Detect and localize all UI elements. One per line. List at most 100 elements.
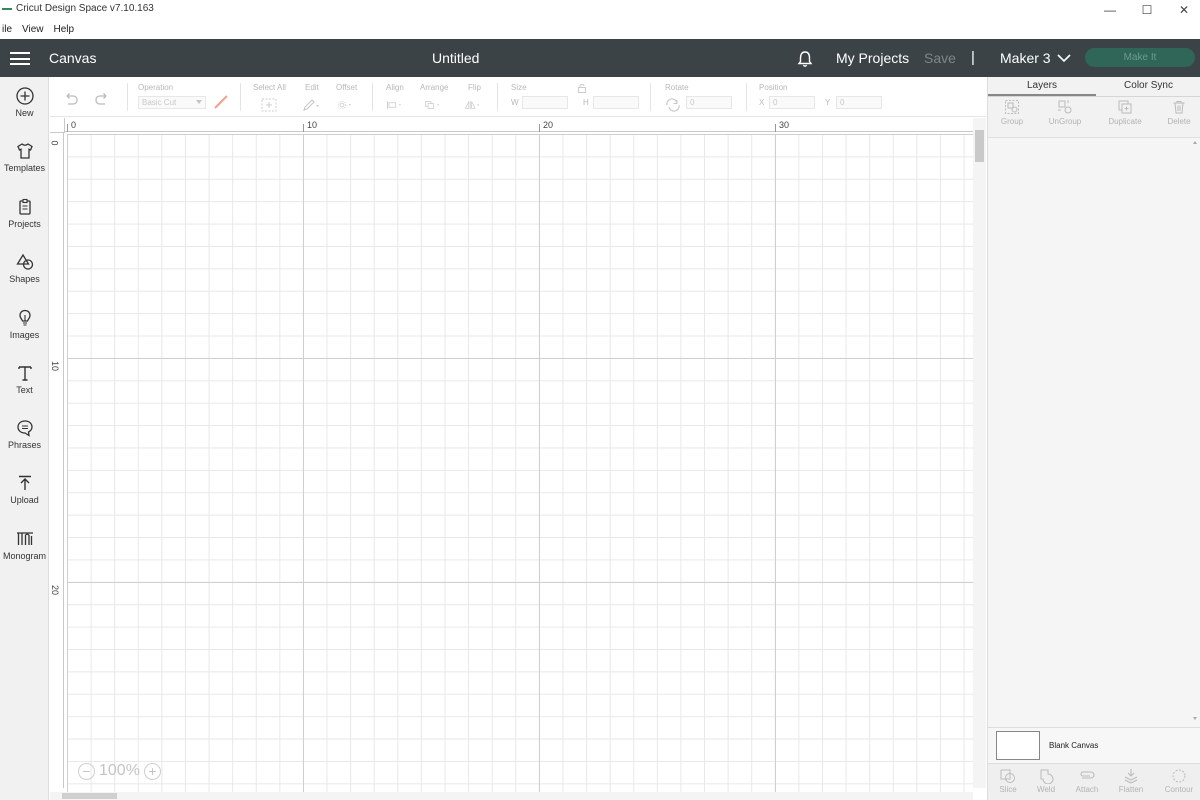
position-y-label: Y [825,98,831,107]
my-projects-button[interactable]: My Projects [836,50,909,66]
sidebar-item-new[interactable]: New [0,86,49,136]
bell-icon[interactable] [795,49,815,69]
close-button[interactable]: ✕ [1164,0,1200,20]
sidebar-item-images[interactable]: Images [0,308,49,358]
window-title: Cricut Design Space v7.10.163 [16,3,154,14]
sidebar-item-phrases[interactable]: Phrases [0,418,49,468]
arrange-icon[interactable] [424,98,442,112]
rotate-icon[interactable] [664,98,682,112]
ruler-corner [50,118,65,133]
trash-icon [1173,101,1185,114]
top-ruler: 0 10 20 30 [50,118,973,132]
group-icon [1005,100,1019,114]
sidebar-item-text[interactable]: Text [0,363,49,413]
flatten-button[interactable]: Flatten [1111,768,1151,794]
menu-view[interactable]: View [22,21,44,39]
toolbar-divider [127,83,128,111]
align-icon[interactable] [386,98,404,112]
design-canvas[interactable]: 0 10 20 30 0 10 20 − 100% + [50,118,986,800]
upload-icon [18,475,31,490]
caret-down-icon [196,100,202,104]
left-ruler: 0 10 20 [50,118,64,788]
zoom-out-button[interactable]: − [78,762,95,780]
tshirt-icon [16,143,33,159]
toolbar-divider [746,83,747,111]
layers-scrollbar[interactable] [1190,137,1200,727]
weld-icon [1040,769,1054,784]
menu-bar: ile View Help [0,21,1200,39]
ruler-label: 20 [543,120,554,130]
undo-icon[interactable] [63,92,79,106]
size-label: Size [511,83,527,92]
monogram-icon [16,532,33,545]
zoom-level: 100% [99,762,140,779]
delete-button[interactable]: Delete [1156,99,1200,126]
chevron-down-icon[interactable] [1057,53,1071,63]
position-y-input[interactable]: 0 [836,96,882,109]
shapes-icon [15,253,33,270]
rotate-input[interactable]: 0 [686,96,732,109]
vertical-scrollbar[interactable] [973,118,986,788]
attach-button[interactable]: Attach [1067,768,1107,794]
scrollbar-thumb[interactable] [62,793,117,799]
ungroup-icon [1058,100,1072,114]
contour-button[interactable]: Contour [1159,768,1199,794]
tab-layers[interactable]: Layers [988,77,1096,96]
sidebar-item-templates[interactable]: Templates [0,141,49,191]
scrollbar-thumb[interactable] [975,130,984,162]
blank-canvas-layer[interactable]: Blank Canvas [988,727,1200,763]
edit-label: Edit [305,83,319,92]
maximize-button[interactable]: ☐ [1127,0,1167,20]
project-name[interactable]: Untitled [432,50,479,66]
width-input[interactable] [522,96,568,109]
size-w-label: W [511,98,519,107]
section-title: Canvas [49,50,97,66]
duplicate-icon [1118,100,1132,114]
layers-list[interactable] [988,137,1200,727]
toolbar-divider [497,83,498,111]
arrange-label: Arrange [420,83,449,92]
position-x-input[interactable]: 0 [769,96,815,109]
menu-file[interactable]: ile [2,21,12,39]
position-label: Position [759,83,788,92]
sidebar-item-shapes[interactable]: Shapes [0,252,49,302]
select-all-icon[interactable] [260,98,278,112]
menu-help[interactable]: Help [54,21,75,39]
ungroup-button[interactable]: UnGroup [1042,99,1088,126]
duplicate-button[interactable]: Duplicate [1102,99,1148,126]
edit-icon[interactable] [302,98,320,112]
pen-color-icon[interactable] [213,95,229,109]
machine-selector[interactable]: Maker 3 [1000,50,1051,66]
offset-icon[interactable] [336,98,354,112]
height-input[interactable] [593,96,639,109]
size-h-label: H [583,98,589,107]
sidebar-item-projects[interactable]: Projects [0,197,49,247]
sidebar-item-upload[interactable]: Upload [0,473,49,523]
make-it-button[interactable]: Make It [1085,48,1195,67]
slice-button[interactable]: Slice [988,768,1028,794]
group-button[interactable]: Group [989,99,1035,126]
zoom-in-button[interactable]: + [143,762,161,780]
horizontal-scrollbar[interactable] [50,792,973,800]
lock-icon[interactable] [577,83,587,93]
flip-icon[interactable] [464,98,482,112]
app-logo-icon [2,8,12,10]
hamburger-menu-icon[interactable] [10,52,30,65]
minimize-button[interactable]: — [1090,0,1130,20]
header-separator: | [971,49,975,66]
canvas-swatch[interactable] [996,731,1040,760]
zoom-control: − 100% + [78,762,161,780]
redo-icon[interactable] [94,92,110,106]
sidebar-item-label: Templates [3,163,46,173]
sidebar-item-label: Text [16,385,33,395]
window-title-bar: Cricut Design Space v7.10.163 — ☐ ✕ [0,0,1200,20]
speech-bubble-icon [16,420,33,437]
weld-button[interactable]: Weld [1026,768,1066,794]
ruler-label: 0 [49,140,60,146]
save-button[interactable]: Save [924,50,956,66]
canvas-grid[interactable] [67,134,973,800]
sidebar-item-monogram[interactable]: Monogram [0,529,49,579]
align-label: Align [386,83,404,92]
sidebar-item-label: Images [9,330,40,340]
tab-color-sync[interactable]: Color Sync [1096,77,1200,96]
